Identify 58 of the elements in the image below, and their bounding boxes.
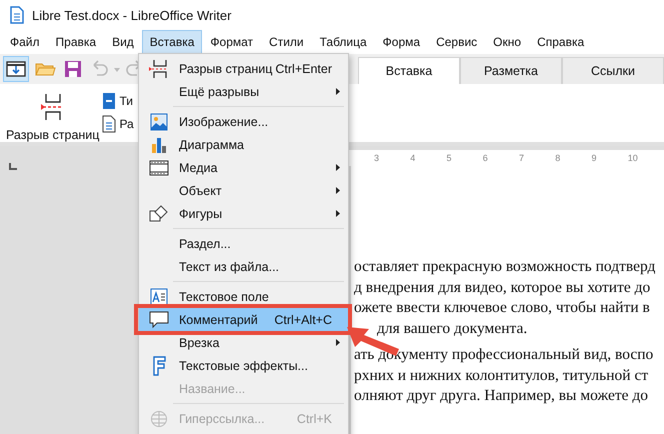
section-button[interactable]: Ра — [102, 115, 134, 133]
ruler-number: 8 — [555, 152, 562, 165]
ruler-number: 5 — [446, 152, 453, 165]
ribbon-tab[interactable]: Разметка — [460, 57, 562, 84]
menu-item[interactable]: Ещё разрывы — [139, 80, 348, 103]
menu-bar-item[interactable]: Окно — [485, 30, 530, 54]
page-break-button[interactable]: Разрыв страниц — [6, 92, 100, 142]
title-page-icon — [102, 92, 116, 110]
ruler-number: 7 — [519, 152, 526, 165]
menu-item[interactable]: Текстовое поле — [139, 285, 348, 308]
menu-bar-item[interactable]: Формат — [202, 30, 262, 54]
menu-bar-item[interactable]: Вставка — [142, 30, 202, 54]
shapes-icon — [149, 204, 169, 224]
menu-bar-item[interactable]: Сервис — [428, 30, 486, 54]
film-icon — [149, 160, 169, 176]
body-text: оставляет прекрасную возможность подтверд — [353, 257, 656, 277]
menu-bar-item[interactable]: Справка — [529, 30, 592, 54]
body-text: рхних и нижних колонтитулов, титульной ст — [353, 366, 650, 386]
comment-icon — [149, 310, 169, 328]
document-icon — [10, 6, 24, 24]
title-page-button[interactable]: Ти — [102, 92, 134, 110]
ruler-number: 6 — [482, 152, 489, 165]
menu-item[interactable]: Врезка — [139, 331, 348, 354]
menu-bar-item[interactable]: Стили — [261, 30, 312, 54]
body-text: для вашего документа. — [376, 318, 528, 338]
image-icon — [150, 112, 168, 130]
menu-bar-item[interactable]: Форма — [374, 30, 428, 54]
body-text: ожете ввести ключевое слово, чтобы найти в — [353, 298, 651, 318]
ribbon-tab[interactable]: Вставка — [358, 57, 460, 84]
bar-chart-icon — [150, 136, 168, 154]
ruler-number: 3 — [374, 152, 380, 165]
menu-item[interactable]: Текст из файла... — [139, 255, 348, 278]
sidebar-download-icon[interactable] — [3, 56, 29, 82]
page-break-icon — [149, 58, 169, 78]
ruler-number: 10 — [628, 152, 639, 165]
body-text: олняют друг друга. Например, вы можете до — [353, 386, 650, 406]
menu-item[interactable]: Фигуры — [139, 202, 348, 225]
body-text: д внедрения для видео, которое вы хотите до — [353, 278, 652, 298]
menu-bar-item[interactable]: Правка — [48, 30, 104, 54]
menu-item[interactable]: Раздел... — [139, 232, 348, 255]
menu-item[interactable]: Диаграмма — [139, 133, 348, 156]
document-icon — [102, 115, 116, 133]
fontwork-icon — [152, 356, 166, 376]
tab-stop-icon[interactable] — [9, 163, 17, 170]
text-box-icon — [150, 288, 168, 306]
menu-item[interactable]: Объект — [139, 179, 348, 202]
menu-item[interactable]: Медиа — [139, 156, 348, 179]
menu-bar-item[interactable]: Файл — [2, 30, 48, 54]
menu-item[interactable]: Разрыв страниц Ctrl+Enter — [139, 57, 348, 80]
menu-bar-item[interactable]: Таблица — [312, 30, 375, 54]
menu-bar-item[interactable]: Вид — [104, 30, 142, 54]
ribbon-tab[interactable]: Ссылки — [562, 57, 664, 84]
menu-item[interactable]: Изображение... — [139, 110, 348, 133]
ruler-number: 9 — [592, 152, 598, 165]
globe-icon — [150, 410, 168, 428]
window-title: Libre Test.docx - LibreOffice Writer — [32, 8, 232, 22]
ruler-number: 4 — [410, 152, 416, 165]
menu-item[interactable]: Текстовые эффекты... — [139, 354, 348, 377]
